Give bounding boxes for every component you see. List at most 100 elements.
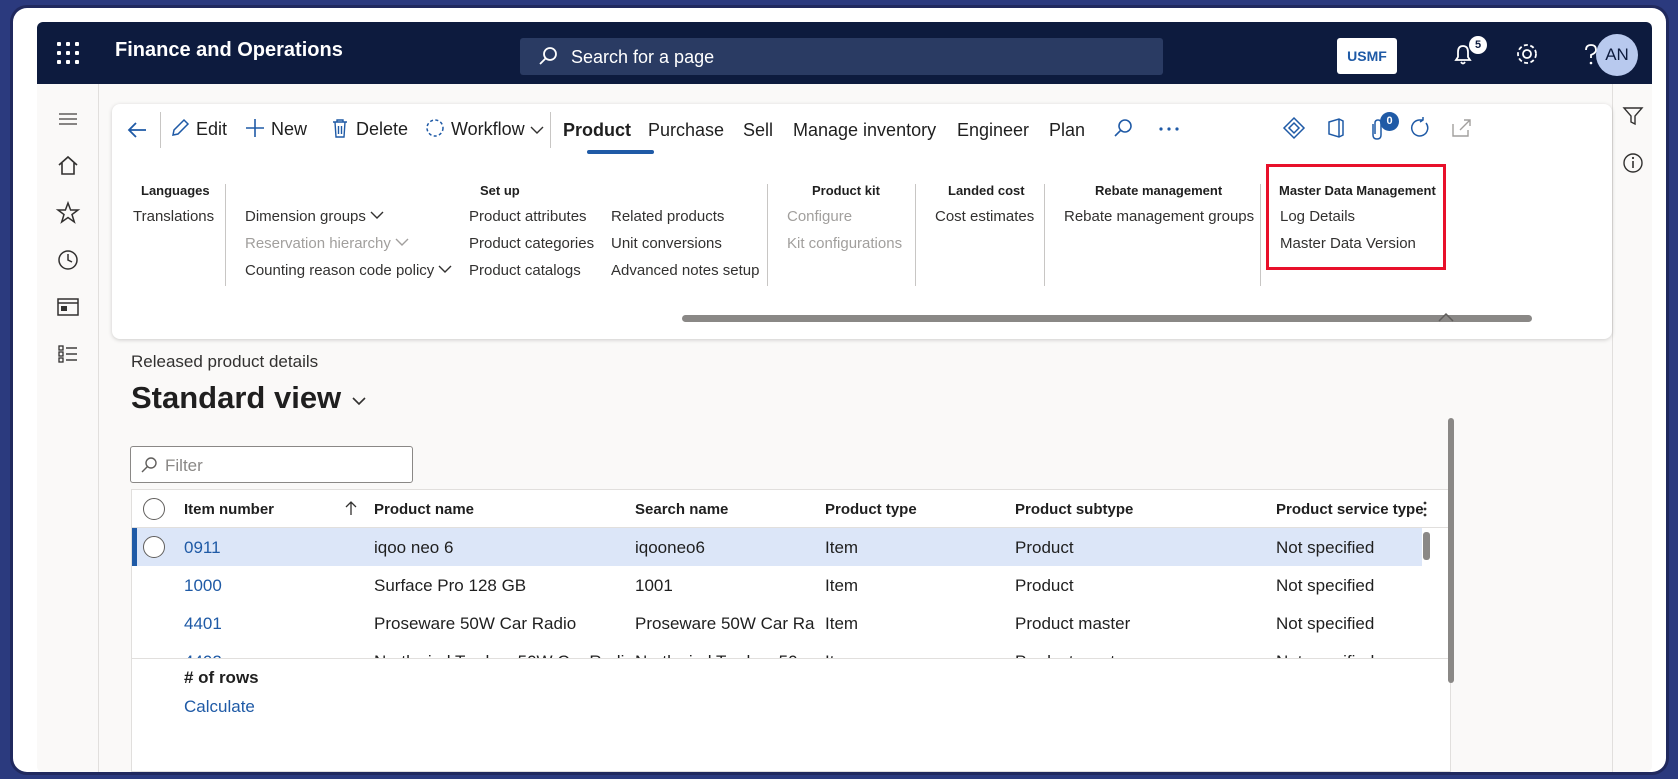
edit-button[interactable]: Edit	[170, 118, 227, 140]
dimension-groups-link[interactable]: Dimension groups	[245, 208, 384, 225]
back-arrow-icon[interactable]	[126, 119, 148, 141]
column-header-search-name[interactable]: Search name	[635, 501, 728, 518]
cell-product-type: Item	[825, 576, 859, 595]
cell-search-name: Proseware 50W Car Ra	[635, 614, 815, 633]
star-icon[interactable]	[55, 200, 81, 226]
page-vertical-scrollbar[interactable]	[1448, 418, 1454, 683]
plus-icon	[246, 119, 264, 137]
cell-search-name: iqooneo6	[635, 538, 705, 557]
tab-purchase[interactable]: Purchase	[648, 120, 724, 141]
reservation-hierarchy-label: Reservation hierarchy	[245, 235, 391, 252]
refresh-icon[interactable]	[1407, 116, 1431, 140]
app-window: Finance and Operations Search for a page…	[37, 22, 1652, 772]
horizontal-scrollbar[interactable]	[682, 315, 1532, 322]
search-actions-icon[interactable]	[1112, 118, 1134, 140]
home-icon[interactable]	[55, 153, 81, 179]
company-picker[interactable]: USMF	[1337, 38, 1397, 74]
workflow-button[interactable]: Workflow	[425, 118, 545, 140]
unit-conversions-link[interactable]: Unit conversions	[611, 235, 722, 252]
page-breadcrumb: Released product details	[131, 352, 319, 371]
table-row[interactable]: 4401 Proseware 50W Car Radio Proseware 5…	[132, 604, 1422, 642]
group-divider	[1044, 184, 1045, 286]
advanced-notes-setup-link[interactable]: Advanced notes setup	[611, 262, 759, 279]
column-header-product-type[interactable]: Product type	[825, 501, 917, 518]
chevron-down-icon	[530, 126, 544, 134]
avatar[interactable]: AN	[1596, 34, 1638, 76]
related-products-link[interactable]: Related products	[611, 208, 724, 225]
kit-configurations-link: Kit configurations	[787, 235, 903, 252]
gear-icon[interactable]	[1513, 40, 1541, 68]
calculate-link[interactable]: Calculate	[184, 697, 255, 717]
cell-product-subtype: Product	[1015, 576, 1074, 595]
office-icon[interactable]	[1324, 116, 1348, 140]
rebate-management-groups-link[interactable]: Rebate management groups	[1064, 208, 1254, 225]
counting-reason-code-link[interactable]: Counting reason code policy	[245, 262, 452, 279]
notification-badge: 5	[1469, 36, 1487, 54]
filter-funnel-icon[interactable]	[1621, 104, 1645, 128]
grid-vertical-scrollbar[interactable]	[1423, 532, 1430, 560]
tab-manage-inventory[interactable]: Manage inventory	[793, 120, 936, 141]
tab-engineer[interactable]: Engineer	[957, 120, 1029, 141]
delete-button[interactable]: Delete	[330, 118, 408, 140]
search-input[interactable]: Search for a page	[520, 38, 1163, 75]
search-placeholder: Search for a page	[571, 47, 715, 67]
view-selector[interactable]: Standard view	[131, 380, 368, 416]
modules-list-icon[interactable]	[55, 341, 81, 367]
cell-product-name: iqoo neo 6	[374, 538, 454, 557]
new-label: New	[271, 119, 308, 139]
table-row[interactable]: 0911 iqoo neo 6 iqooneo6 Item Product No…	[132, 528, 1422, 566]
window-frame: Finance and Operations Search for a page…	[13, 8, 1666, 772]
group-title-landed-cost: Landed cost	[948, 183, 1025, 198]
tab-sell[interactable]: Sell	[743, 120, 773, 141]
group-divider	[915, 184, 916, 286]
reservation-hierarchy-link: Reservation hierarchy	[245, 235, 409, 252]
product-categories-link[interactable]: Product categories	[469, 235, 594, 252]
group-title-rebate-management: Rebate management	[1095, 183, 1223, 198]
column-header-product-subtype[interactable]: Product subtype	[1015, 501, 1133, 518]
info-icon[interactable]	[1621, 151, 1645, 175]
active-tab-indicator	[587, 150, 654, 154]
highlight-box	[1266, 164, 1446, 270]
item-number-link[interactable]: 0911	[184, 538, 221, 558]
cell-product-service-type: Not specified	[1276, 614, 1375, 633]
cost-estimates-link[interactable]: Cost estimates	[935, 208, 1034, 225]
column-options-icon[interactable]	[1420, 500, 1430, 518]
tab-plan[interactable]: Plan	[1049, 120, 1085, 141]
cell-product-name: Surface Pro 128 GB	[374, 576, 527, 595]
product-catalogs-link[interactable]: Product catalogs	[469, 262, 581, 279]
column-header-product-service-type[interactable]: Product service type	[1276, 501, 1424, 518]
workflow-icon	[426, 119, 444, 137]
cell-product-service-type: Not specified	[1276, 576, 1375, 595]
sort-ascending-icon[interactable]	[344, 500, 358, 516]
column-header-item-number[interactable]: Item number	[184, 501, 274, 518]
clock-icon[interactable]	[55, 247, 81, 273]
cell-product-subtype: Product master	[1015, 614, 1131, 633]
new-button[interactable]: New	[245, 118, 307, 140]
item-number-link[interactable]: 1000	[184, 576, 222, 596]
action-pane: Edit New Delete Workflow Product Purchas…	[112, 104, 1612, 339]
configure-link: Configure	[787, 208, 853, 225]
item-number-link[interactable]: 4401	[184, 614, 222, 634]
product-attributes-link[interactable]: Product attributes	[469, 208, 587, 225]
group-title-product-kit: Product kit	[812, 183, 880, 198]
app-launcher-icon[interactable]	[57, 42, 79, 64]
hamburger-menu-icon[interactable]	[55, 106, 81, 132]
filter-input[interactable]: Filter	[130, 446, 413, 483]
more-options-icon[interactable]	[1156, 118, 1182, 140]
chevron-up-icon[interactable]	[1437, 310, 1455, 324]
toolbar-divider	[160, 112, 161, 148]
select-all-radio[interactable]	[143, 498, 165, 520]
tab-product[interactable]: Product	[563, 120, 631, 141]
row-select-radio[interactable]	[143, 536, 165, 558]
workspace-icon[interactable]	[55, 294, 81, 320]
group-divider	[1260, 184, 1261, 286]
workflow-label: Workflow	[451, 119, 525, 139]
open-new-window-icon[interactable]	[1450, 116, 1474, 140]
power-apps-icon[interactable]	[1282, 116, 1306, 140]
edit-label: Edit	[196, 119, 228, 139]
translations-link[interactable]: Translations	[133, 208, 214, 225]
table-row[interactable]: 1000 Surface Pro 128 GB 1001 Item Produc…	[132, 566, 1422, 604]
group-divider	[225, 184, 226, 286]
right-rail	[1612, 84, 1652, 772]
column-header-product-name[interactable]: Product name	[374, 501, 474, 518]
